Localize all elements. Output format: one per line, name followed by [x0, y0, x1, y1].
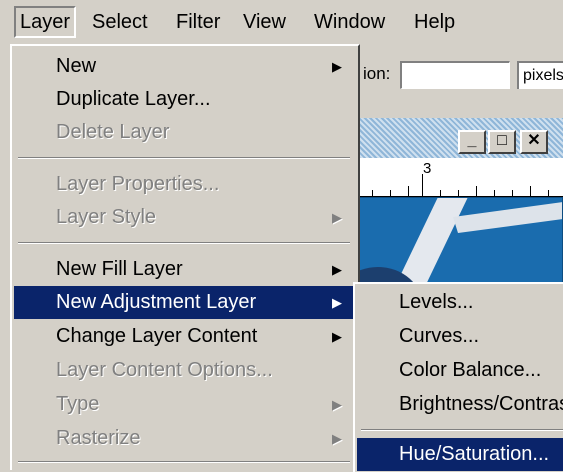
menu-item-label: Rasterize: [56, 427, 141, 449]
document-titlebar: _ □ ✕: [358, 118, 563, 158]
menu-view[interactable]: View: [239, 6, 290, 38]
menu-item-label: Layer Content Options...: [56, 359, 273, 381]
ruler-label: 3: [423, 160, 432, 177]
submenu-arrow-icon: ▶: [332, 59, 342, 74]
submenu-item-label: Levels...: [399, 291, 474, 313]
ruler-tick: [530, 186, 531, 196]
menu-item-label: Layer Properties...: [56, 173, 220, 195]
minimize-icon[interactable]: _: [458, 130, 486, 154]
submenu-item-label: Brightness/Contrast...: [399, 393, 563, 415]
unit-select[interactable]: pixels: [517, 61, 563, 89]
submenu-item-color-balance[interactable]: Color Balance...: [357, 354, 563, 387]
submenu-item-label: Color Balance...: [399, 359, 542, 381]
menu-item-label: Type: [56, 393, 100, 415]
submenu-item-levels[interactable]: Levels...: [357, 286, 563, 319]
menu-item-layer-content-options[interactable]: Layer Content Options...: [14, 354, 356, 387]
menu-separator: [18, 242, 350, 244]
ruler-tick: [422, 174, 423, 196]
menu-window[interactable]: Window: [310, 6, 389, 38]
submenu-item-brightness-contrast[interactable]: Brightness/Contrast...: [357, 388, 563, 421]
menu-item-new-adjustment-layer[interactable]: New Adjustment Layer ▶: [14, 286, 356, 319]
ruler-tick: [408, 186, 409, 196]
menu-help[interactable]: Help: [410, 6, 459, 38]
menu-item-change-layer-content[interactable]: Change Layer Content ▶: [14, 320, 356, 353]
menu-item-layer-style[interactable]: Layer Style ▶: [14, 201, 356, 234]
menu-item-label: New Fill Layer: [56, 258, 183, 280]
menu-view-label: View: [243, 11, 286, 33]
menu-item-label: New: [56, 55, 97, 77]
submenu-arrow-icon: ▶: [332, 262, 342, 277]
submenu-arrow-icon: ▶: [332, 397, 342, 412]
layer-dropdown-menu: New ▶ Duplicate Layer... Delete Layer La…: [10, 44, 360, 470]
menu-item-new[interactable]: New ▶: [14, 50, 356, 83]
menu-bar: Layer Select Filter View Window Help: [0, 0, 563, 44]
menu-layer-label: Layer: [20, 11, 71, 33]
menu-select[interactable]: Select: [88, 6, 152, 38]
options-input[interactable]: [400, 61, 510, 89]
menu-item-label: New Adjustment Layer: [56, 291, 257, 313]
close-icon[interactable]: ✕: [520, 130, 548, 154]
menu-separator: [18, 461, 350, 463]
ruler-tick: [372, 190, 373, 196]
submenu-arrow-icon: ▶: [332, 295, 342, 310]
menu-item-duplicate-layer[interactable]: Duplicate Layer...: [14, 83, 356, 116]
menu-item-type[interactable]: Type ▶: [14, 388, 356, 421]
maximize-icon[interactable]: □: [488, 130, 516, 154]
submenu-separator: [361, 429, 563, 431]
ruler-tick: [440, 190, 441, 196]
menu-item-rasterize[interactable]: Rasterize ▶: [14, 422, 356, 455]
menu-layer[interactable]: Layer: [14, 6, 77, 38]
ruler-tick: [548, 190, 549, 196]
submenu-item-label: Curves...: [399, 325, 480, 347]
submenu-arrow-icon: ▶: [332, 210, 342, 225]
submenu-arrow-icon: ▶: [332, 431, 342, 446]
menu-item-new-fill-layer[interactable]: New Fill Layer ▶: [14, 253, 356, 286]
menu-item-layer-properties[interactable]: Layer Properties...: [14, 168, 356, 201]
menu-filter[interactable]: Filter: [172, 6, 224, 38]
menu-window-label: Window: [314, 11, 386, 33]
ruler-tick: [390, 190, 391, 196]
submenu-arrow-icon: ▶: [332, 329, 342, 344]
menu-item-label: Layer Style: [56, 206, 157, 228]
horizontal-ruler: 3: [358, 158, 563, 197]
submenu-item-label: Hue/Saturation...: [399, 443, 550, 465]
menu-item-label: Delete Layer: [56, 121, 170, 143]
menu-separator: [18, 157, 350, 159]
adjustment-layer-submenu: Levels... Curves... Color Balance... Bri…: [353, 282, 563, 472]
ruler-tick: [494, 190, 495, 196]
menu-item-label: Duplicate Layer...: [56, 88, 211, 110]
menu-item-label: Change Layer Content: [56, 325, 258, 347]
ruler-tick: [512, 190, 513, 196]
submenu-item-curves[interactable]: Curves...: [357, 320, 563, 353]
menu-item-delete-layer[interactable]: Delete Layer: [14, 116, 356, 149]
ruler-tick: [476, 186, 477, 196]
options-label: ion:: [363, 64, 391, 83]
menu-filter-label: Filter: [176, 11, 221, 33]
submenu-item-hue-saturation[interactable]: Hue/Saturation...: [357, 438, 563, 471]
menu-help-label: Help: [414, 11, 456, 33]
menu-select-label: Select: [92, 11, 148, 33]
ruler-tick: [458, 190, 459, 196]
